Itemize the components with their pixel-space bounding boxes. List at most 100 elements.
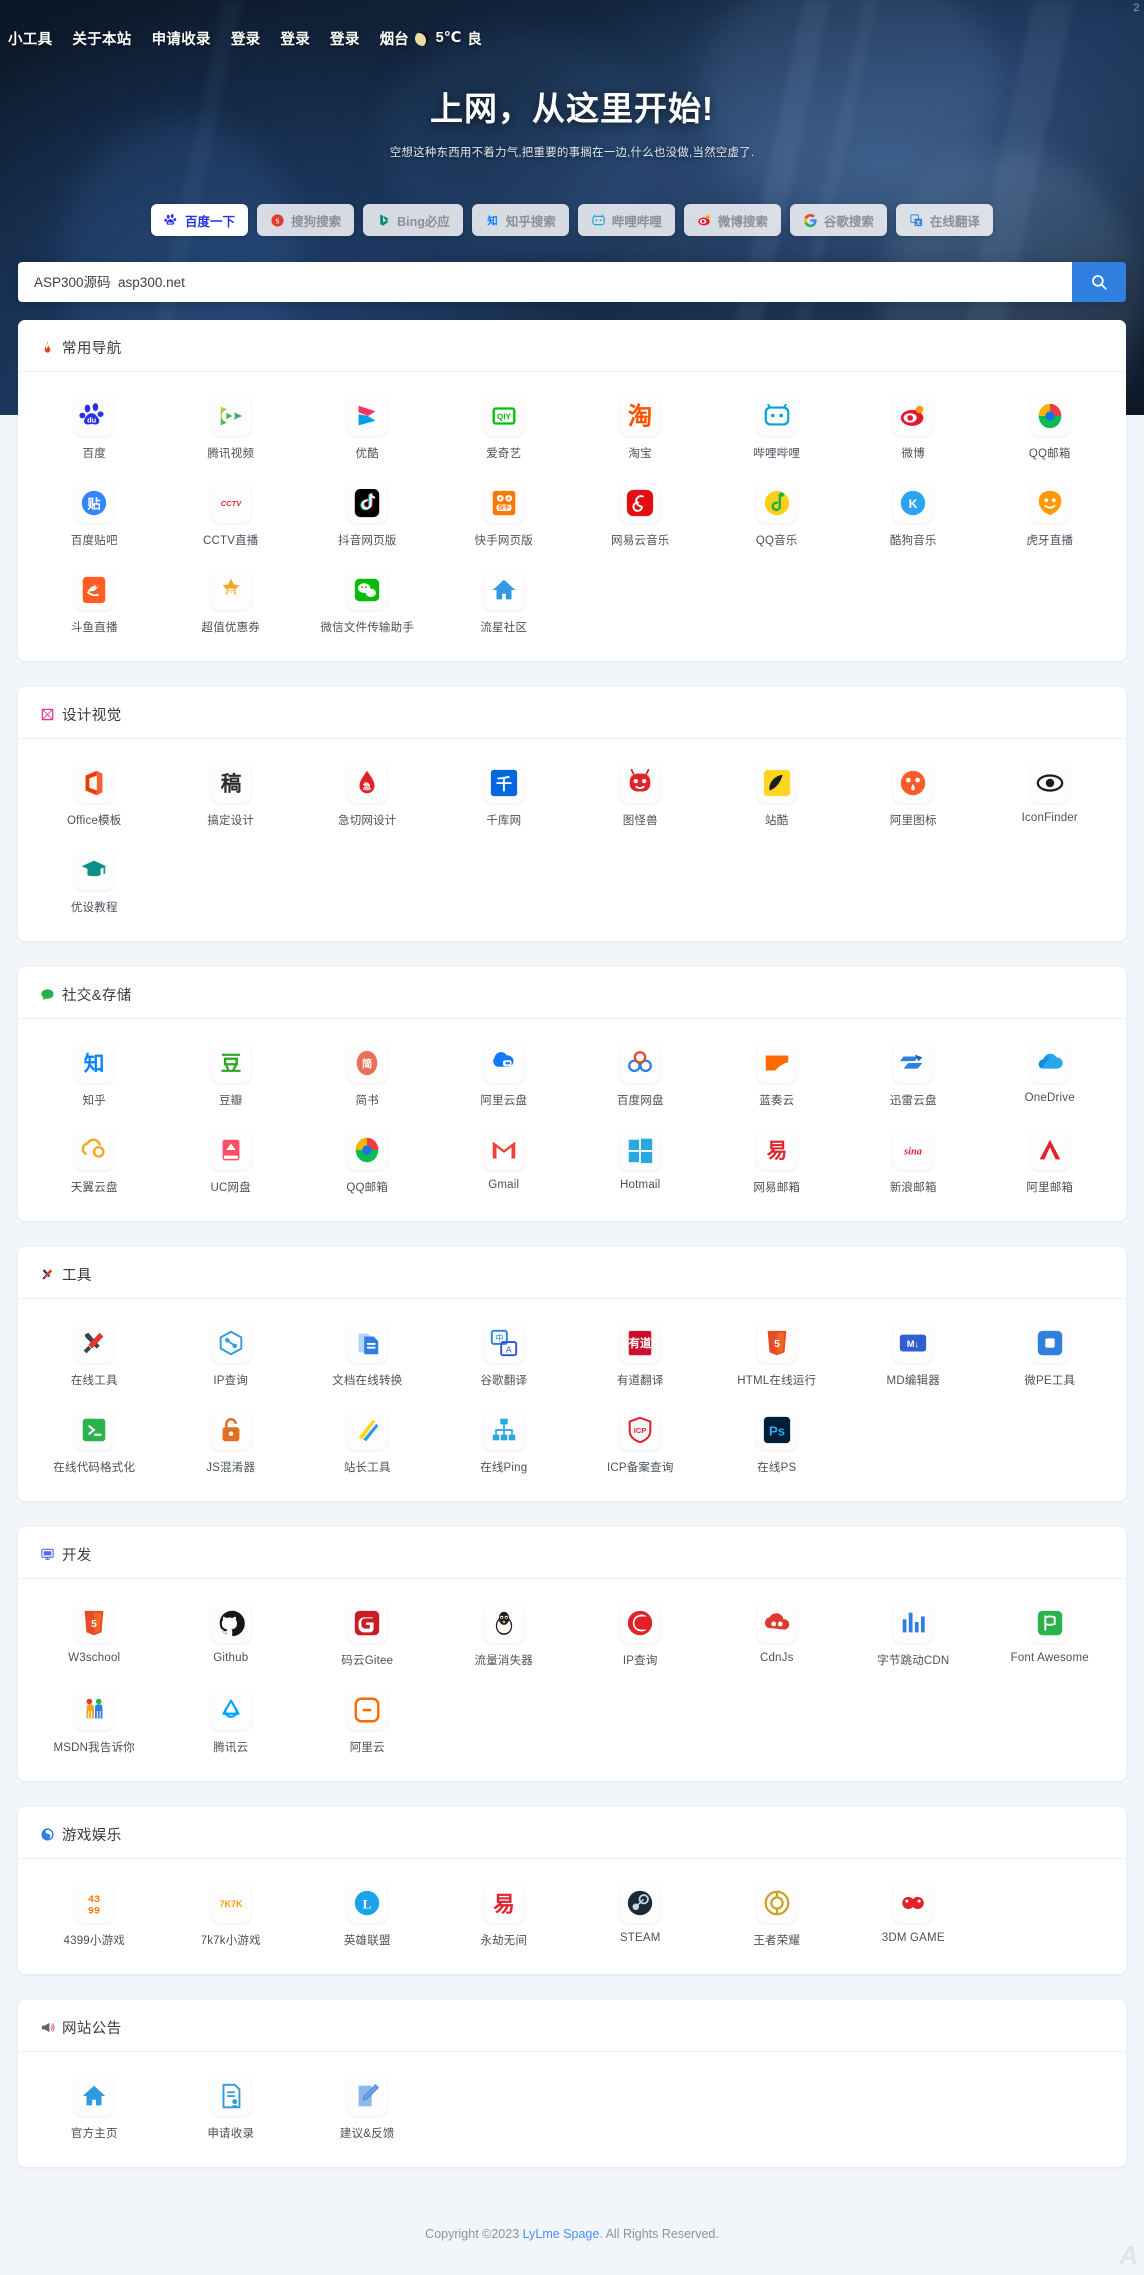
nav-item[interactable]: STEAM — [572, 1873, 709, 1960]
search-engine-tab-5[interactable]: 微博搜索 — [683, 204, 781, 236]
nav-item[interactable]: MSDN我告诉你 — [26, 1680, 163, 1767]
nav-item[interactable]: IP查询 — [163, 1313, 300, 1400]
nav-item-label: 申请收录 — [207, 2128, 255, 2140]
nav-item[interactable]: 稿 搞定设计 — [163, 753, 300, 840]
nav-item[interactable]: 微信文件传输助手 — [299, 560, 436, 647]
nav-item[interactable]: 有道 有道翻译 — [572, 1313, 709, 1400]
nav-link-login-2[interactable]: 登录 — [280, 28, 310, 49]
nav-item[interactable]: QIY 爱奇艺 — [436, 386, 573, 473]
nav-item[interactable]: Font Awesome — [982, 1593, 1119, 1680]
nav-item[interactable]: IP查询 — [572, 1593, 709, 1680]
nav-item-label: 永劫无间 — [480, 1935, 528, 1947]
nav-link-login-3[interactable]: 登录 — [330, 28, 360, 49]
nav-item[interactable]: 虎牙直播 — [982, 473, 1119, 560]
svg-text:易: 易 — [493, 1891, 515, 1916]
nav-item[interactable]: 5 W3school — [26, 1593, 163, 1680]
nav-item[interactable]: QQ邮箱 — [299, 1120, 436, 1207]
nav-item[interactable]: 迅雷云盘 — [845, 1033, 982, 1120]
nav-item[interactable]: 码云Gitee — [299, 1593, 436, 1680]
nav-item[interactable]: 斗鱼直播 — [26, 560, 163, 647]
search-engine-tab-2[interactable]: Bing必应 — [363, 204, 463, 236]
nav-item[interactable]: ICP ICP备案查询 — [572, 1400, 709, 1487]
nav-item[interactable]: UC网盘 — [163, 1120, 300, 1207]
nav-item[interactable]: 淘 淘宝 — [572, 386, 709, 473]
nav-item[interactable]: CCTV CCTV直播 — [163, 473, 300, 560]
nav-item[interactable]: 微PE工具 — [982, 1313, 1119, 1400]
nav-item[interactable]: 快手 快手网页版 — [436, 473, 573, 560]
nav-item[interactable]: QQ邮箱 — [982, 386, 1119, 473]
search-input[interactable] — [18, 262, 1072, 302]
search-engine-tab-6[interactable]: 谷歌搜索 — [789, 204, 887, 236]
nav-link-apply[interactable]: 申请收录 — [152, 28, 211, 49]
nav-link-tools[interactable]: 小工具 — [8, 28, 52, 49]
nav-item[interactable]: 易 永劫无间 — [436, 1873, 573, 1960]
nav-item[interactable]: 文档在线转换 — [299, 1313, 436, 1400]
nav-item[interactable]: 抖音网页版 — [299, 473, 436, 560]
nav-item[interactable]: 贴 百度贴吧 — [26, 473, 163, 560]
nav-item[interactable]: 建议&反馈 — [299, 2066, 436, 2153]
nav-item[interactable]: IconFinder — [982, 753, 1119, 840]
nav-item[interactable]: Hotmail — [572, 1120, 709, 1207]
nav-item[interactable]: 站酷 — [709, 753, 846, 840]
nav-item[interactable]: 阿里云盘 — [436, 1033, 573, 1120]
search-engine-tab-0[interactable]: du 百度一下 — [151, 204, 249, 236]
search-engine-tab-4[interactable]: 哔哩哔哩 — [577, 204, 675, 236]
nav-item[interactable]: 知 知乎 — [26, 1033, 163, 1120]
nav-item[interactable]: 图怪兽 — [572, 753, 709, 840]
nav-item[interactable]: 优酷 — [299, 386, 436, 473]
search-engine-tab-1[interactable]: S 搜狗搜索 — [257, 204, 355, 236]
nav-item[interactable]: 简 简书 — [299, 1033, 436, 1120]
nav-item[interactable]: OneDrive — [982, 1033, 1119, 1120]
nav-item[interactable]: sina 新浪邮箱 — [845, 1120, 982, 1207]
nav-item[interactable]: 蓝奏云 — [709, 1033, 846, 1120]
nav-item[interactable]: 优设教程 — [26, 840, 163, 927]
nav-item[interactable]: 天翼云盘 — [26, 1120, 163, 1207]
nav-item[interactable]: 中A 谷歌翻译 — [436, 1313, 573, 1400]
nav-item[interactable]: Gmail — [436, 1120, 573, 1207]
nav-item[interactable]: 哔哩哔哩 — [709, 386, 846, 473]
nav-item[interactable]: 在线Ping — [436, 1400, 573, 1487]
nav-link-login-1[interactable]: 登录 — [231, 28, 261, 49]
search-engine-tab-3[interactable]: 知知乎搜索 — [471, 204, 569, 236]
search-submit-button[interactable] — [1072, 262, 1126, 302]
nav-item[interactable]: 官方主页 — [26, 2066, 163, 2153]
nav-item[interactable]: 3DM GAME — [845, 1873, 982, 1960]
nav-item[interactable]: K 酷狗音乐 — [845, 473, 982, 560]
nav-item[interactable]: 在线工具 — [26, 1313, 163, 1400]
nav-item[interactable]: 字节跳动CDN — [845, 1593, 982, 1680]
nav-item[interactable]: Github — [163, 1593, 300, 1680]
nav-item[interactable]: QQ音乐 — [709, 473, 846, 560]
nav-item[interactable]: M↓ MD编辑器 — [845, 1313, 982, 1400]
nav-item[interactable]: 43 99 4399小游戏 — [26, 1873, 163, 1960]
nav-item[interactable]: 5 HTML在线运行 — [709, 1313, 846, 1400]
nav-item[interactable]: 腾讯视频 — [163, 386, 300, 473]
nav-item[interactable]: 网易云音乐 — [572, 473, 709, 560]
nav-item[interactable]: 流量消失器 — [436, 1593, 573, 1680]
nav-item[interactable]: du 百度 — [26, 386, 163, 473]
nav-item[interactable]: 千 千库网 — [436, 753, 573, 840]
nav-item[interactable]: 王者荣耀 — [709, 1873, 846, 1960]
nav-link-about[interactable]: 关于本站 — [72, 28, 131, 49]
nav-item[interactable]: 阿里邮箱 — [982, 1120, 1119, 1207]
nav-item[interactable]: L 英雄联盟 — [299, 1873, 436, 1960]
nav-item[interactable]: JS混淆器 — [163, 1400, 300, 1487]
nav-item[interactable]: 7K7K 7k7k小游戏 — [163, 1873, 300, 1960]
nav-item[interactable]: 申请收录 — [163, 2066, 300, 2153]
nav-item[interactable]: 百度网盘 — [572, 1033, 709, 1120]
nav-item[interactable]: 流星社区 — [436, 560, 573, 647]
nav-item[interactable]: 微博 — [845, 386, 982, 473]
nav-item[interactable]: 阿里图标 — [845, 753, 982, 840]
nav-item[interactable]: Ps 在线PS — [709, 1400, 846, 1487]
nav-item[interactable]: 腾讯云 — [163, 1680, 300, 1767]
nav-item[interactable]: CdnJs — [709, 1593, 846, 1680]
nav-item[interactable]: Office模板 — [26, 753, 163, 840]
nav-item[interactable]: 阿里云 — [299, 1680, 436, 1767]
nav-item[interactable]: 易 网易邮箱 — [709, 1120, 846, 1207]
nav-item[interactable]: 站长工具 — [299, 1400, 436, 1487]
nav-item[interactable]: 豆 豆瓣 — [163, 1033, 300, 1120]
nav-item[interactable]: 急 急切网设计 — [299, 753, 436, 840]
nav-item[interactable]: 券 超值优惠券 — [163, 560, 300, 647]
nav-item[interactable]: 在线代码格式化 — [26, 1400, 163, 1487]
footer-brand-link[interactable]: LyLme Spage — [523, 2227, 600, 2241]
search-engine-tab-7[interactable]: 文 在线翻译 — [895, 204, 993, 236]
